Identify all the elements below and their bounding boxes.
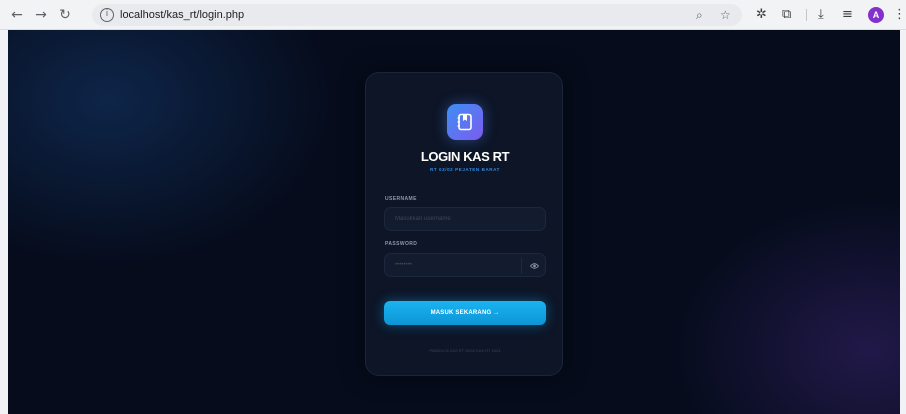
password-field-wrapper: [384, 253, 546, 277]
profile-avatar[interactable]: A: [868, 7, 884, 23]
bookmark-star-icon[interactable]: ☆: [720, 7, 731, 23]
menu-icon[interactable]: ⋮: [893, 6, 906, 24]
download-icon[interactable]: ⤓: [818, 6, 824, 24]
zoom-icon[interactable]: ⌕: [696, 7, 703, 23]
login-submit-button[interactable]: MASUK SEKARANG →: [384, 301, 546, 325]
toolbar-divider: [806, 9, 807, 21]
page-subtitle: RT 03/02 PEJATEN BARAT: [429, 167, 501, 172]
reload-icon[interactable]: ↻: [56, 6, 74, 24]
book-logo-icon: [447, 104, 483, 140]
browser-toolbar: ← → ↻ i localhost/kas_rt/login.php ⌕ ☆ ✲…: [0, 0, 906, 30]
username-label: USERNAME: [385, 196, 417, 202]
page-background: LOGIN KAS RT RT 03/02 PEJATEN BARAT USER…: [8, 30, 900, 414]
footer-text: PANDUCA KAS RT 03/02 KAS RT 2024: [429, 348, 501, 353]
address-bar[interactable]: i localhost/kas_rt/login.php ⌕ ☆: [92, 4, 742, 26]
login-card: LOGIN KAS RT RT 03/02 PEJATEN BARAT USER…: [365, 72, 563, 376]
username-field-wrapper: [384, 207, 546, 231]
back-arrow-icon[interactable]: ←: [8, 6, 26, 24]
tab-search-icon[interactable]: ≡: [842, 6, 853, 24]
screen-capture-icon[interactable]: ⧉: [782, 6, 791, 24]
forward-arrow-icon[interactable]: →: [32, 6, 50, 24]
password-label: PASSWORD: [385, 241, 418, 247]
url-text[interactable]: localhost/kas_rt/login.php: [120, 7, 244, 23]
site-info-icon[interactable]: i: [100, 8, 114, 22]
toggle-password-button[interactable]: [522, 254, 547, 278]
page-title: LOGIN KAS RT: [420, 149, 510, 164]
username-input[interactable]: [385, 208, 545, 230]
extensions-icon[interactable]: ✲: [756, 6, 767, 24]
eye-icon: [530, 263, 539, 269]
